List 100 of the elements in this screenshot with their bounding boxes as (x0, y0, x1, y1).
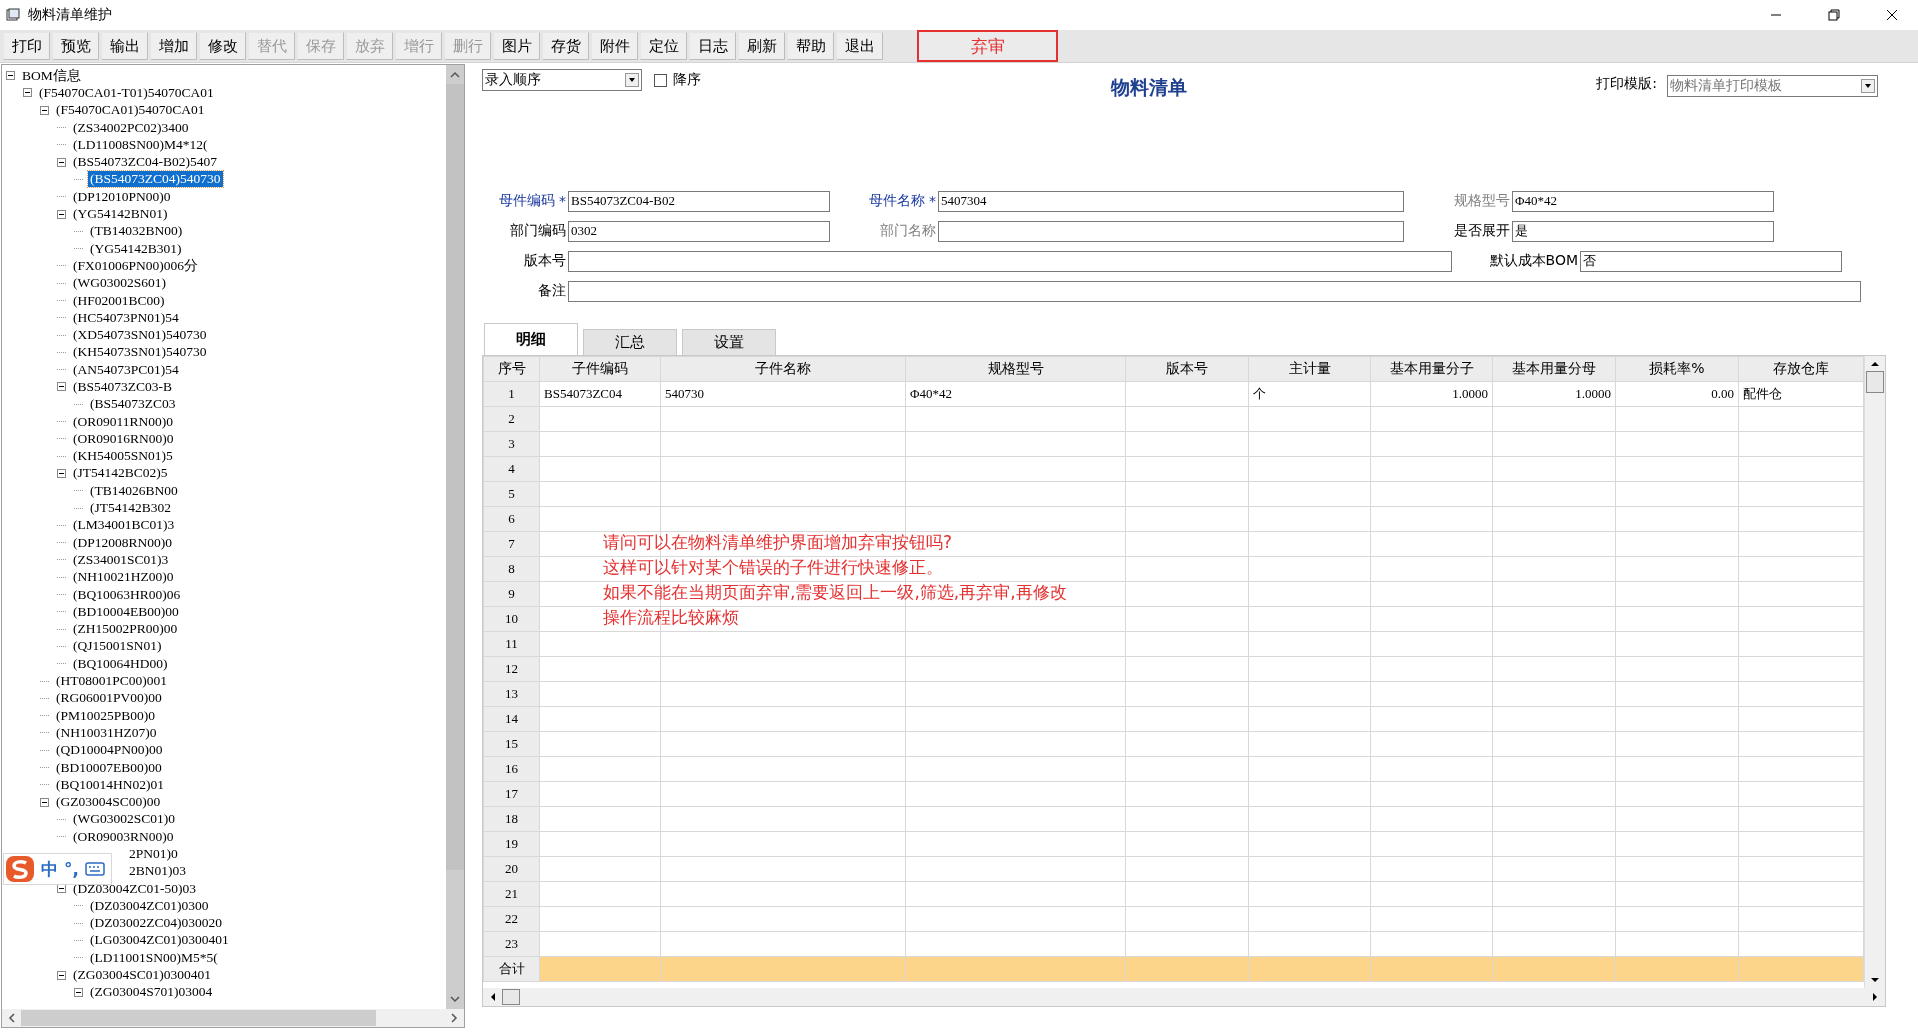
input-field[interactable] (568, 250, 1452, 272)
toolbar-button[interactable]: 图片 (493, 32, 540, 60)
tree-item[interactable]: (WG03002SC01)0 (71, 811, 177, 828)
tree-item[interactable]: (DZ03002ZC04)030020 (88, 915, 224, 932)
tree-item[interactable]: 2PN01)0 (127, 846, 180, 862)
scroll-up-icon[interactable] (1870, 360, 1880, 367)
tree-item[interactable]: (FX01006PN00)006分 (71, 257, 200, 274)
tree-item[interactable]: (GZ03004SC00)00 (54, 794, 163, 811)
punctuation-toggle[interactable]: °, (64, 859, 79, 879)
toolbar-button[interactable]: 退出 (836, 32, 883, 60)
restore-icon[interactable] (1828, 9, 1840, 21)
tree-item[interactable]: (KH54005SN01)5 (71, 448, 175, 465)
input-field[interactable] (568, 280, 1861, 302)
toolbar-button[interactable]: 帮助 (787, 32, 834, 60)
scroll-left-icon[interactable] (489, 992, 496, 1002)
tree-item[interactable]: (JT54142B302 (88, 500, 173, 517)
tree-item[interactable]: (RG06001PV00)00 (54, 690, 164, 707)
input-method-logo-icon[interactable] (5, 855, 35, 883)
column-header[interactable]: 子件名称 (755, 360, 811, 376)
unapprove-button[interactable]: 弃审 (917, 30, 1058, 62)
collapse-icon[interactable] (74, 987, 83, 997)
collapse-icon[interactable] (6, 71, 15, 81)
tree-item[interactable]: (HF02001BC00) (71, 292, 167, 309)
tree-item[interactable]: (BD10004EB00)00 (71, 603, 181, 620)
collapse-icon[interactable] (40, 797, 49, 807)
tree-item[interactable]: (XD54073SN01)540730 (71, 327, 209, 344)
scroll-right-icon[interactable] (451, 1013, 458, 1023)
collapse-icon[interactable] (57, 382, 66, 392)
horizontal-scrollbar[interactable] (483, 988, 1885, 1006)
keyboard-icon[interactable] (84, 862, 105, 876)
toolbar-button[interactable]: 预览 (52, 32, 99, 60)
tree-item[interactable]: (AN54073PC01)54 (71, 361, 181, 378)
input-field[interactable] (938, 220, 1404, 242)
tree-item[interactable]: (DP12010PN00)0 (71, 188, 173, 205)
tree-item[interactable]: 2BN01)03 (127, 863, 188, 880)
collapse-icon[interactable] (57, 468, 66, 478)
tree-item[interactable]: (NH10031HZ07)0 (54, 724, 159, 741)
scroll-right-icon[interactable] (1872, 992, 1879, 1002)
tree-item[interactable]: (F54070CA01)54070CA01 (54, 102, 207, 119)
scroll-thumb[interactable] (502, 989, 520, 1005)
tree-item[interactable]: (HT08001PC00)001 (54, 673, 169, 690)
tree-item[interactable]: (OR09003RN00)0 (71, 828, 176, 845)
tree-item[interactable]: (ZS34002PC02)3400 (71, 119, 191, 136)
tree-item[interactable]: (YG54142BN01) (71, 206, 170, 222)
tree-item[interactable]: (BS54073ZC04)540730 (88, 171, 223, 188)
tree-item[interactable]: (HC54073PN01)54 (71, 309, 181, 326)
input-field[interactable]: BS54073ZC04-B02 (568, 190, 830, 212)
collapse-icon[interactable] (23, 88, 32, 98)
tree-item[interactable]: (BD10007EB00)00 (54, 759, 164, 776)
toolbar-button[interactable]: 存货 (542, 32, 589, 60)
input-field[interactable]: 5407304 (938, 190, 1404, 212)
tree-item[interactable]: (BQ10014HN02)01 (54, 776, 166, 793)
tree-item[interactable]: (BQ10063HR00)06 (71, 586, 183, 603)
toolbar-button[interactable]: 增加 (150, 32, 197, 60)
scroll-down-icon[interactable] (1870, 977, 1880, 984)
toolbar-button[interactable]: 打印 (3, 32, 50, 60)
toolbar-button[interactable]: 附件 (591, 32, 638, 60)
tree-item[interactable]: (F54070CA01-T01)54070CA01 (37, 84, 216, 101)
scroll-left-icon[interactable] (8, 1013, 15, 1023)
tree-item[interactable]: (WG03002S601) (71, 275, 168, 292)
vertical-scrollbar[interactable] (446, 65, 464, 1009)
tree-item[interactable]: (OR09016RN00)0 (71, 430, 176, 447)
tree-item[interactable]: (NH10021HZ00)0 (71, 569, 176, 586)
tree-item[interactable]: (OR09011RN00)0 (71, 413, 175, 430)
close-icon[interactable] (1886, 9, 1898, 21)
input-field[interactable]: 是 (1512, 220, 1774, 242)
tree-item[interactable]: (QJ15001SN01) (71, 638, 164, 655)
input-field[interactable]: Φ40*42 (1512, 190, 1774, 212)
tree-item[interactable]: (BS54073ZC03 (88, 396, 178, 413)
toolbar-button[interactable]: 定位 (640, 32, 687, 60)
input-mode-toggle[interactable]: 中 (41, 857, 58, 881)
collapse-icon[interactable] (57, 970, 66, 980)
collapse-icon[interactable] (57, 209, 66, 219)
input-field[interactable]: 0302 (568, 220, 830, 242)
tab[interactable]: 明细 (484, 323, 578, 355)
tree-item[interactable]: (ZG03004SC01)0300401 (71, 967, 213, 984)
toolbar-button[interactable]: 刷新 (738, 32, 785, 60)
tree-item[interactable]: (BQ10064HD00) (71, 655, 170, 672)
input-field[interactable]: 否 (1580, 250, 1842, 272)
tree-item[interactable]: (TB14026BN00 (88, 482, 180, 499)
scroll-thumb[interactable] (446, 84, 464, 870)
vertical-scrollbar[interactable] (1864, 356, 1885, 988)
tree-item[interactable]: (LD11001SN00)M5*5( (88, 949, 220, 966)
tree-item[interactable]: (QD10004PN00)00 (54, 742, 165, 759)
print-template-dropdown[interactable]: 物料清单打印模板 (1667, 75, 1878, 97)
toolbar-button[interactable]: 输出 (101, 32, 148, 60)
tree-item[interactable]: (LG03004ZC01)0300401 (88, 932, 231, 949)
tree-item[interactable]: (DZ03004ZC01)0300 (88, 897, 211, 914)
collapse-icon[interactable] (40, 105, 49, 115)
tree-item[interactable]: (ZG03004S701)03004 (88, 984, 215, 1001)
scroll-thumb[interactable] (21, 1010, 376, 1026)
tree-item[interactable]: (BS54073ZC03-B (71, 379, 174, 395)
scroll-thumb[interactable] (1866, 371, 1884, 393)
tree-item[interactable]: (LM34001BC01)3 (71, 517, 177, 534)
tree-item[interactable]: (LD11008SN00)M4*12( (71, 136, 210, 153)
sort-order-dropdown[interactable]: 录入顺序 (482, 69, 642, 91)
tree-item[interactable]: (PM10025PB00)0 (54, 707, 157, 724)
collapse-icon[interactable] (57, 157, 66, 167)
tree-item[interactable]: (DZ03004ZC01-50)03 (71, 880, 198, 897)
tree-item[interactable]: (YG54142B301) (88, 240, 184, 257)
